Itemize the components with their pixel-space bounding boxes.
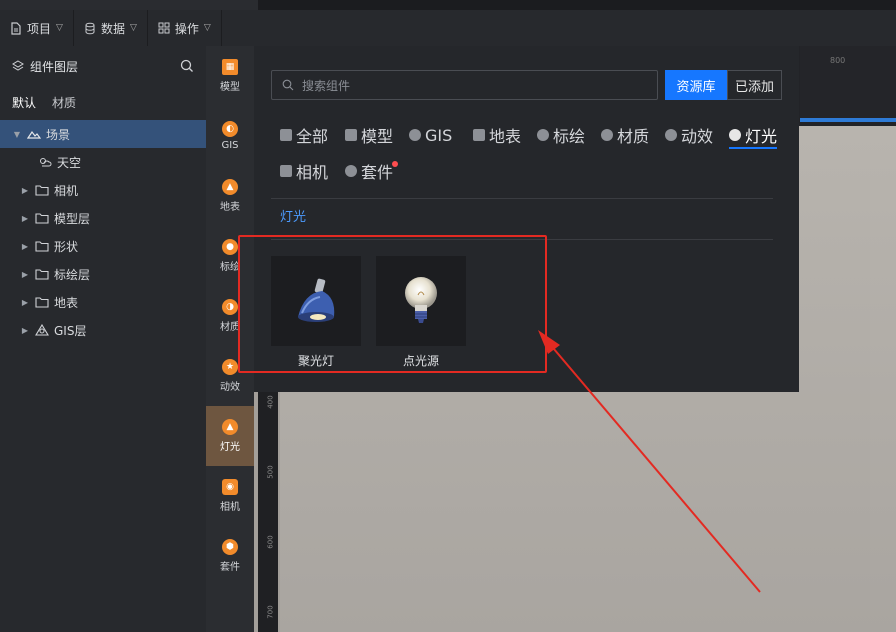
annotation-arrow-icon bbox=[538, 330, 761, 593]
